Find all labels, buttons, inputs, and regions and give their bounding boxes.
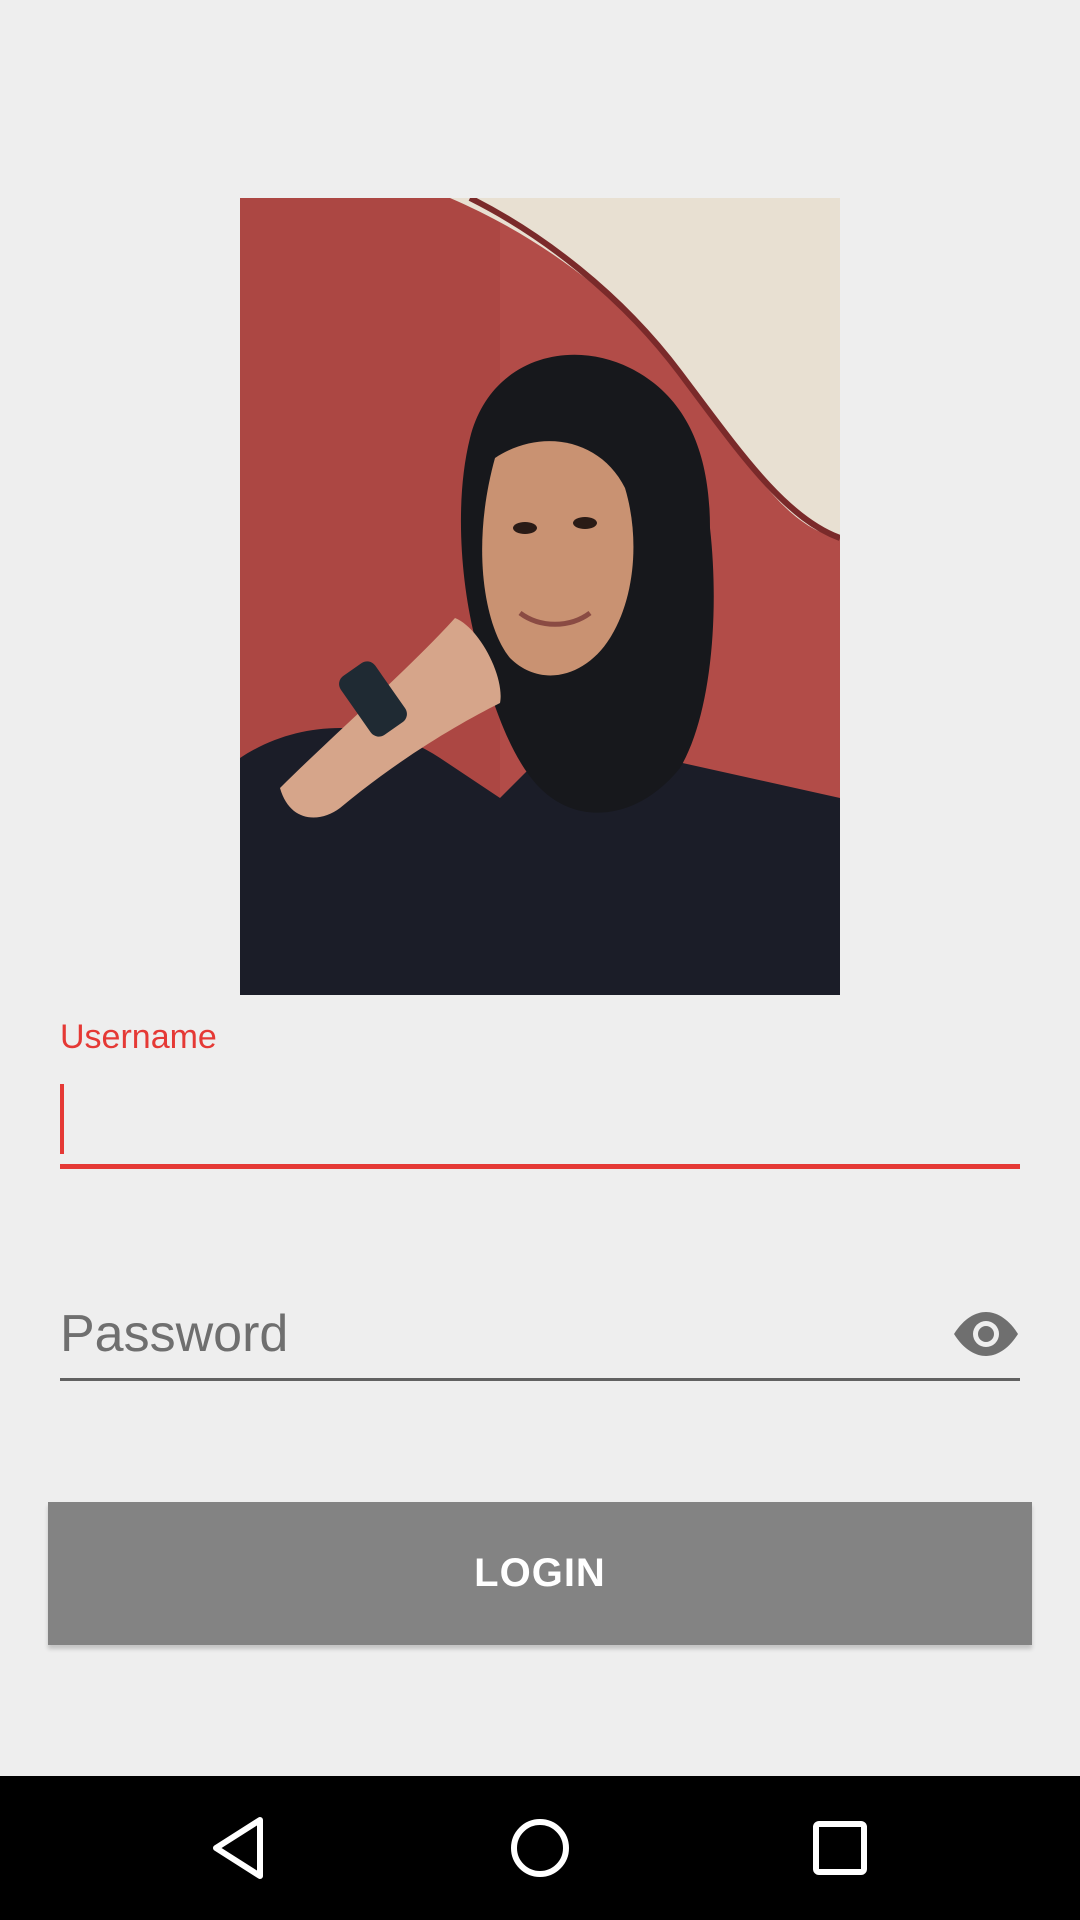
eye-icon[interactable] bbox=[952, 1310, 1020, 1358]
back-triangle-icon[interactable] bbox=[204, 1812, 276, 1884]
password-field[interactable]: Password bbox=[60, 1290, 1020, 1381]
username-field[interactable] bbox=[60, 1076, 1020, 1169]
text-caret bbox=[60, 1084, 64, 1154]
recents-square-icon[interactable] bbox=[804, 1812, 876, 1884]
profile-photo bbox=[240, 198, 840, 995]
login-button[interactable]: LOGIN bbox=[48, 1502, 1032, 1645]
login-screen: Username Password LOGIN bbox=[0, 0, 1080, 1920]
home-circle-icon[interactable] bbox=[504, 1812, 576, 1884]
password-placeholder: Password bbox=[60, 1305, 289, 1363]
username-label: Username bbox=[60, 1018, 217, 1056]
login-label: LOGIN bbox=[474, 1551, 606, 1595]
navigation-bar bbox=[0, 1776, 1080, 1920]
